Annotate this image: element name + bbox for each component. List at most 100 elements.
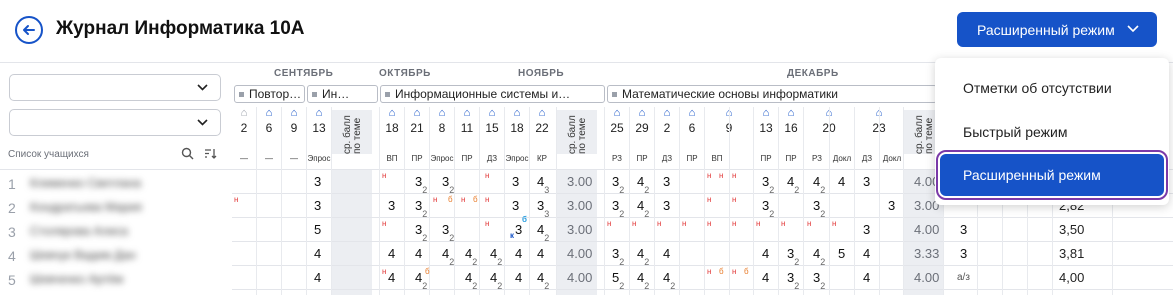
lesson-type: ДЗ (661, 154, 673, 163)
mode-select-button[interactable]: Расширенный режим (957, 12, 1157, 47)
grade-cell[interactable]: 42 (490, 270, 502, 291)
grade-cell[interactable]: 4 (663, 246, 670, 261)
grade-cell[interactable]: 5 (314, 222, 321, 237)
lesson-column-header[interactable]: ⌂ 13 (754, 107, 778, 157)
grade-cell[interactable]: 3 (960, 222, 967, 237)
lesson-column-header[interactable]: ⌂ 2 (655, 107, 679, 157)
grade-cell[interactable]: 42 (537, 222, 549, 243)
grade-cell[interactable]: 42 (663, 270, 675, 291)
lesson-column-header[interactable]: ⌂ 9 (282, 107, 306, 157)
sort-icon[interactable] (204, 147, 217, 160)
grade-cell[interactable]: 32 (612, 174, 624, 195)
grade-cell[interactable]: 42 (490, 246, 502, 267)
grade-cell[interactable]: 3 (888, 198, 895, 213)
grade-cell[interactable]: 42 (637, 246, 649, 267)
grade-cell[interactable]: 4 (388, 246, 395, 261)
grade-cell[interactable]: 32 (813, 270, 825, 291)
lesson-column-header[interactable]: ⌂ 13 (307, 107, 331, 157)
topic-chip[interactable]: Математические основы информатики (607, 85, 937, 103)
lesson-type: ПР (411, 154, 423, 163)
grade-cell[interactable]: 4 (415, 246, 422, 261)
student-row[interactable]: 3 Столярова Алиса (0, 219, 233, 243)
lesson-column-header[interactable]: ⌂ 8 (430, 107, 454, 157)
grade-cell[interactable]: 4 (863, 246, 870, 261)
grade-cell[interactable]: 42 (442, 246, 454, 267)
grade-cell[interactable]: 32 (415, 174, 427, 195)
grade-cell[interactable]: 42 (813, 246, 825, 267)
grade-cell[interactable]: 4 (762, 270, 769, 285)
grade-cell[interactable]: 3 (663, 198, 670, 213)
grade-cell[interactable]: а/з (957, 272, 970, 283)
grade-cell[interactable]: 42 (787, 174, 799, 195)
grade-cell[interactable]: 42 (637, 270, 649, 291)
grade-cell[interactable]: 3 (314, 198, 321, 213)
grade-cell[interactable]: 3 (388, 198, 395, 213)
grade-cell[interactable]: 42 (637, 198, 649, 219)
lesson-column-header[interactable]: ⌂ 22 (530, 107, 554, 157)
grade-cell[interactable]: 32 (442, 174, 454, 195)
lesson-column-header[interactable]: ⌂ 11 (455, 107, 479, 157)
grade-cell[interactable]: 4 (515, 246, 522, 261)
grade-cell[interactable]: 4 (863, 270, 870, 285)
lesson-column-header[interactable]: ⌂ 2 (232, 107, 256, 157)
student-row[interactable]: 5 Шевченко Артём (0, 267, 233, 291)
lesson-column-header[interactable]: ⌂ 18 (380, 107, 404, 157)
grade-cell[interactable]: 4 (838, 174, 845, 189)
menu-item-extended-mode[interactable]: Расширенный режим (936, 150, 1168, 200)
topic-chip[interactable]: Ин… (307, 85, 378, 103)
grade-cell[interactable]: 42 (465, 270, 477, 291)
grade-cell[interactable]: 3 (314, 174, 321, 189)
back-button[interactable] (15, 16, 43, 44)
grade-cell[interactable]: 3 (512, 198, 519, 213)
grade-cell[interactable]: 4 (537, 246, 544, 261)
grade-cell[interactable]: 42 (813, 174, 825, 195)
divider (232, 289, 1173, 290)
grade-cell[interactable]: 3 (863, 222, 870, 237)
grade-cell[interactable]: 32 (415, 222, 427, 243)
topic-chip[interactable]: Информационные системы и… (380, 85, 605, 103)
lesson-column-header[interactable]: ⌂ 16 (779, 107, 803, 157)
grade-cell[interactable]: 43 (537, 174, 549, 195)
lesson-column-header[interactable]: ⌂ 29 (630, 107, 654, 157)
grade-cell[interactable]: 3 (512, 174, 519, 189)
search-icon[interactable] (181, 147, 194, 160)
lesson-column-header[interactable]: ⌂ 18 (505, 107, 529, 157)
grade-cell[interactable]: 32 (813, 198, 825, 219)
menu-item-absence[interactable]: Отметки об отсутствии (935, 69, 1169, 107)
lesson-column-header[interactable]: ⌂ 6 (257, 107, 281, 157)
menu-item-quick-mode[interactable]: Быстрый режим (935, 113, 1169, 151)
grade-cell[interactable]: 52 (612, 270, 624, 291)
grade-cell[interactable]: 5 (838, 246, 845, 261)
lesson-column-header[interactable]: ⌂ 6 (680, 107, 704, 157)
lesson-column-header[interactable]: ⌂ 15 (480, 107, 504, 157)
student-row[interactable]: 4 Шевчук Вадим Дан (0, 243, 233, 267)
grade-cell[interactable]: 4 (314, 246, 321, 261)
student-row[interactable]: 2 Кондратьева Мария (0, 195, 233, 219)
grade-cell[interactable]: 3 (863, 174, 870, 189)
grade-cell[interactable]: 4 (762, 246, 769, 261)
grade-cell[interactable]: 32 (612, 198, 624, 219)
grade-cell[interactable]: 32 (442, 222, 454, 243)
grade-cell[interactable]: 32 (415, 198, 427, 219)
grade-cell[interactable]: 42 (537, 270, 549, 291)
grade-cell[interactable]: 32 (762, 174, 774, 195)
grade-cell[interactable]: 32 (787, 270, 799, 291)
grade-cell[interactable]: 32 (787, 246, 799, 267)
lesson-column-header[interactable]: ⌂ 25 (605, 107, 629, 157)
student-row[interactable]: 1 Клименко Светлана (0, 171, 233, 195)
grade-cell[interactable]: 32 (762, 198, 774, 219)
grade-cell[interactable]: 4 (515, 270, 522, 285)
grade-cell[interactable]: 33 (537, 198, 549, 219)
grade-cell[interactable]: 42 (465, 246, 477, 267)
filter-select-1[interactable] (9, 74, 221, 101)
grade-cell[interactable]: 3 (663, 174, 670, 189)
grade-cell[interactable]: 3 (515, 222, 522, 237)
grade-cell[interactable]: 42 (637, 174, 649, 195)
lesson-column-header[interactable]: ⌂ 21 (405, 107, 429, 157)
grade-cell[interactable]: 4 (314, 270, 321, 285)
grade-cell[interactable]: 32 (612, 246, 624, 267)
grade-cell[interactable]: 3 (960, 246, 967, 261)
topic-chip[interactable]: Повтор… (234, 85, 305, 103)
grade-cell[interactable]: 4 (388, 270, 395, 285)
filter-select-2[interactable] (9, 109, 221, 136)
